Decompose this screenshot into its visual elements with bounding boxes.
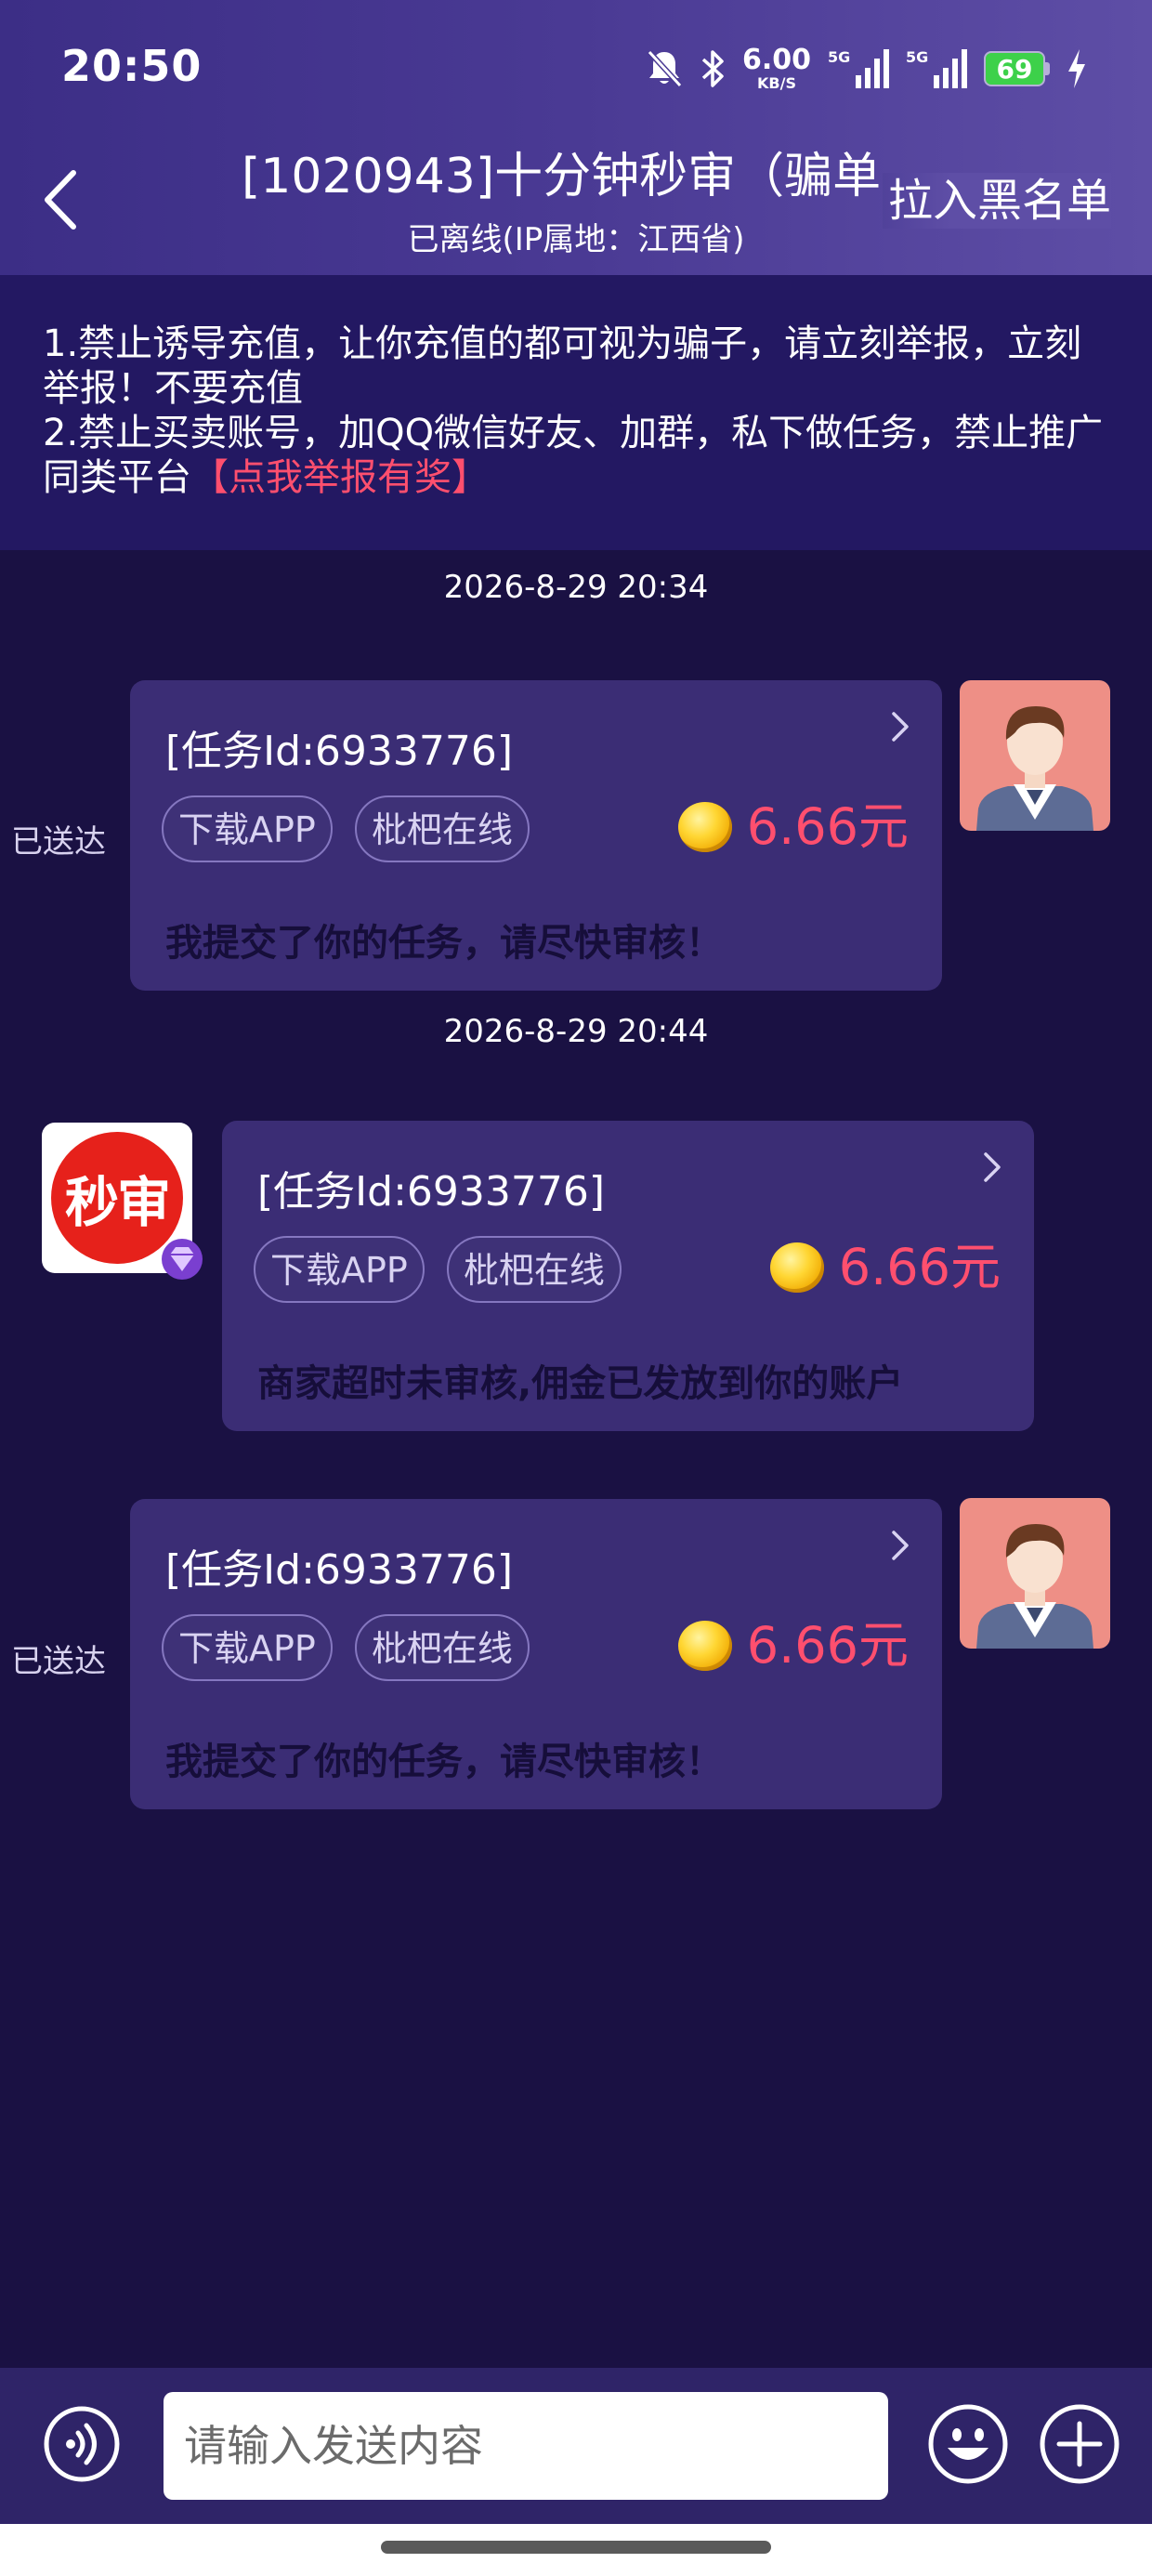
message-input[interactable] [164,2392,888,2500]
home-indicator[interactable] [381,2541,771,2554]
delivered-status: 已送达 [11,823,106,861]
tag-download-app: 下载APP [254,1236,425,1303]
signal-5g-icon-2: 5G [906,47,967,90]
report-link[interactable]: 【点我举报有奖】 [191,456,489,499]
tag-download-app: 下载APP [162,1614,333,1681]
task-price: 6.66元 [677,1609,909,1683]
task-amount: 6.66元 [838,1238,1001,1296]
battery-level: 69 [984,51,1045,86]
net-speed: 6.00 KB/S [742,46,811,91]
net-speed-unit: KB/S [757,74,796,92]
voice-icon[interactable] [43,2405,121,2483]
notice-line-1: 1.禁止诱导充值，让你充值的都可视为骗子，请立刻举报，立刻举报！不要充值 [43,322,1082,410]
notice-banner: 1.禁止诱导充值，让你充值的都可视为骗子，请立刻举报，立刻举报！不要充值 2.禁… [0,275,1152,550]
task-price: 6.66元 [769,1230,1001,1305]
task-tags: 下载APP 枇杷在线 [254,1236,622,1303]
signal-5g-icon: 5G [828,47,889,90]
network-1-label: 5G [828,48,850,66]
coin-icon [677,802,732,852]
emoji-icon[interactable] [927,2403,1009,2485]
message-text: 我提交了你的任务，请尽快审核！ [165,922,723,965]
message-text: 我提交了你的任务，请尽快审核！ [165,1741,723,1783]
header: 20:50 6.00 KB/S 5G 5G 69 [1020943]十分钟秒审（… [0,0,1152,275]
task-tags: 下载APP 枇杷在线 [162,1614,530,1681]
chevron-right-icon [984,1152,1001,1182]
task-tags: 下载APP 枇杷在线 [162,795,530,862]
task-message-card[interactable]: [任务Id:6933776] 下载APP 枇杷在线 6.66元 商家超时未审核,… [222,1121,1034,1431]
battery-icon: 69 [984,51,1050,86]
mute-bell-icon [646,48,683,89]
status-time: 20:50 [61,41,203,91]
task-message-card[interactable]: [任务Id:6933776] 下载APP 枇杷在线 6.66元 我提交了你的任务… [130,1499,942,1809]
net-speed-value: 6.00 [741,44,811,76]
task-id: [任务Id:6933776] [257,1168,606,1216]
bluetooth-icon [700,48,726,89]
merchant-logo-text: 秒审 [64,1171,171,1234]
coin-icon [677,1621,732,1671]
timestamp: 2026-8-29 20:44 [443,1013,709,1050]
merchant-avatar[interactable]: 秒审 [42,1123,203,1280]
task-amount: 6.66元 [746,1616,909,1675]
charging-icon [1067,49,1087,88]
user-avatar[interactable] [960,680,1110,831]
chevron-right-icon [892,712,909,742]
task-amount: 6.66元 [746,797,909,856]
user-avatar[interactable] [960,1498,1110,1649]
notice-line-2: 2.禁止买卖账号，加QQ微信好友、加群，私下做任务，禁止推广同类平台【点我举报有… [43,411,1109,500]
task-message-card[interactable]: [任务Id:6933776] 下载APP 枇杷在线 6.66元 我提交了你的任务… [130,680,942,991]
system-nav-area [0,2524,1152,2576]
timestamp: 2026-8-29 20:34 [443,569,709,606]
tag-platform: 枇杷在线 [354,1614,530,1681]
plus-icon[interactable] [1039,2403,1120,2485]
page-title: [1020943]十分钟秒审（骗单 [242,149,882,204]
coin-icon [769,1242,824,1293]
task-id: [任务Id:6933776] [165,728,514,775]
input-bar [0,2368,1152,2524]
task-id: [任务Id:6933776] [165,1546,514,1594]
message-text: 商家超时未审核,佣金已发放到你的账户 [257,1362,904,1405]
status-icons: 6.00 KB/S 5G 5G 69 [646,43,1087,95]
blacklist-button[interactable]: 拉入黑名单 [882,173,1111,229]
network-2-label: 5G [906,48,928,66]
chevron-right-icon [892,1531,909,1560]
delivered-status: 已送达 [11,1643,106,1680]
tag-download-app: 下载APP [162,795,333,862]
tag-platform: 枇杷在线 [354,795,530,862]
diamond-icon [162,1239,203,1280]
tag-platform: 枇杷在线 [446,1236,622,1303]
task-price: 6.66元 [677,790,909,864]
